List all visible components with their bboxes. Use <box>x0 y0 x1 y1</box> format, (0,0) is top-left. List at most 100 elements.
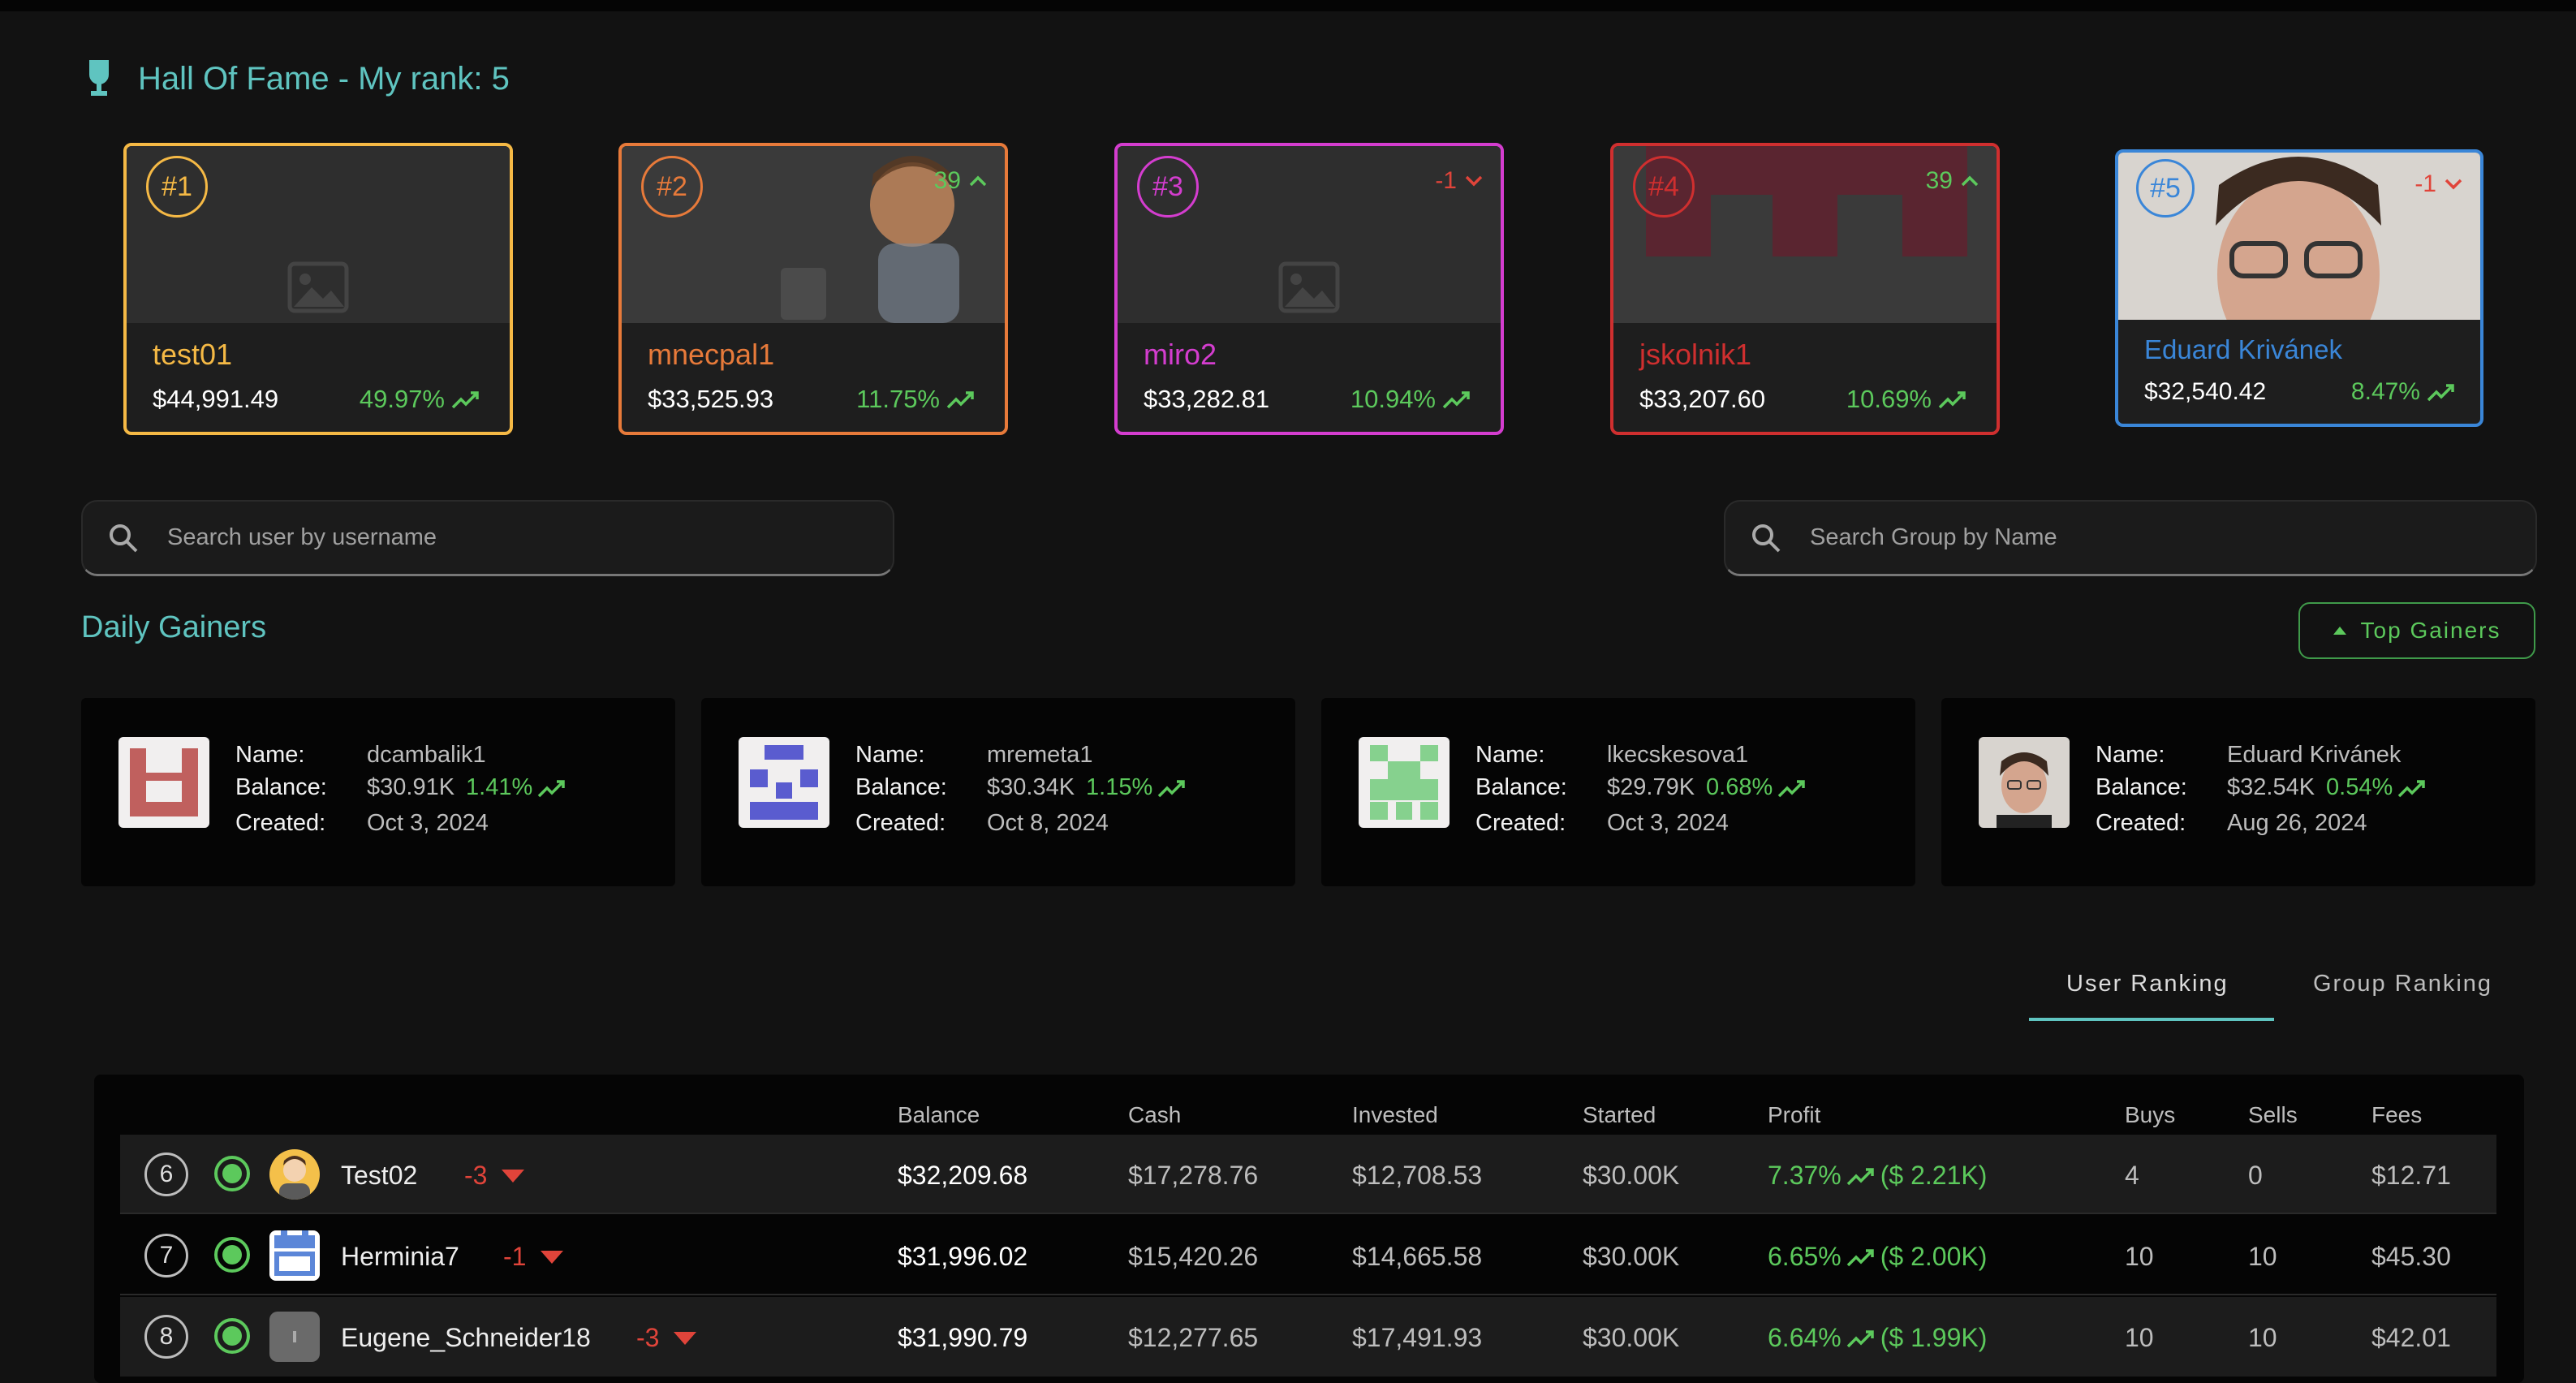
active-tab-indicator <box>2029 1018 2274 1021</box>
rank-change: -1 <box>2414 170 2462 198</box>
card-percent: 10.69% <box>1846 385 1967 414</box>
profit-percent: 6.64% <box>1768 1323 1842 1352</box>
trending-up-icon <box>1938 391 1966 409</box>
cell-sells: 10 <box>2248 1323 2277 1352</box>
cell-profit: 6.64% ($ 1.99K) <box>1768 1323 1987 1353</box>
cell-profit: 7.37% ($ 2.21K) <box>1768 1161 1987 1191</box>
gainer-percent: 1.41% <box>466 774 566 801</box>
hof-card-3[interactable]: #3 -1 miro2 $33,282.81 10.94% <box>1114 143 1504 435</box>
percent-value: 49.97% <box>359 385 445 413</box>
name-label: Name: <box>235 742 305 768</box>
user-search-box[interactable] <box>81 500 894 576</box>
rank-badge: #1 <box>146 156 208 218</box>
group-search-box[interactable] <box>1724 500 2537 576</box>
table-row[interactable]: 8 Eugene_Schneider18 -3 $31,990.79 $12,2… <box>120 1297 2496 1377</box>
tab-group-ranking[interactable]: Group Ranking <box>2313 971 2492 997</box>
name-label: Name: <box>855 742 925 768</box>
identicon-image <box>750 745 818 820</box>
top-gainers-button[interactable]: Top Gainers <box>2298 602 2535 659</box>
percent-value: 8.47% <box>2350 378 2420 405</box>
rank-change: -3 <box>636 1323 697 1353</box>
row-username[interactable]: Eugene_Schneider18 <box>341 1323 591 1353</box>
card-username: miro2 <box>1144 338 1217 371</box>
rank-number: 7 <box>144 1234 188 1277</box>
gainer-created: Oct 8, 2024 <box>987 810 1109 836</box>
gainer-card-4[interactable]: Name: Balance: Created: Eduard Krivánek … <box>1941 698 2535 886</box>
avatar <box>118 737 209 828</box>
header-started[interactable]: Started <box>1583 1102 1656 1128</box>
gainer-balance: $30.34K <box>987 774 1075 800</box>
avatar <box>269 1312 320 1362</box>
hall-of-fame-header: Hall Of Fame - My rank: 5 <box>84 60 510 97</box>
hof-card-5[interactable]: #5 -1 Eduard Krivánek $32,540.42 8.47% <box>2115 149 2483 427</box>
name-label: Name: <box>1475 742 1545 768</box>
chevron-down-icon <box>2445 179 2462 190</box>
gainer-name: mremeta1 <box>987 742 1093 768</box>
caret-up-icon <box>2333 627 2346 635</box>
row-username[interactable]: Herminia7 <box>341 1242 459 1272</box>
gainer-balance: $32.54K <box>2227 774 2315 800</box>
online-status-icon <box>214 1156 250 1191</box>
profit-amount: ($ 1.99K) <box>1880 1323 1988 1352</box>
search-icon <box>1752 523 1781 552</box>
cell-started: $30.00K <box>1583 1242 1680 1271</box>
header-balance[interactable]: Balance <box>898 1102 980 1128</box>
trending-up-icon <box>1846 1329 1874 1347</box>
profit-percent: 6.65% <box>1768 1242 1842 1271</box>
card-username: jskolnik1 <box>1639 338 1752 371</box>
header-fees[interactable]: Fees <box>2371 1102 2422 1128</box>
user-search-input[interactable] <box>167 524 816 551</box>
rank-badge: #5 <box>2136 159 2195 218</box>
image-placeholder-icon <box>1278 261 1340 313</box>
hof-card-2[interactable]: #2 39 mnecpal1 $33,525.93 11.75% <box>618 143 1008 435</box>
search-icon <box>110 523 138 552</box>
trending-up-icon <box>451 391 479 409</box>
card-percent: 8.47% <box>2351 378 2456 406</box>
card-percent: 49.97% <box>360 385 480 414</box>
top-bar <box>0 0 2576 11</box>
cell-fees: $42.01 <box>2371 1323 2451 1352</box>
rank-badge: #2 <box>641 156 703 218</box>
caret-down-icon <box>502 1169 525 1183</box>
user-avatar-illustration <box>279 1156 310 1200</box>
gainer-balance-row: $29.79K 0.68% <box>1607 774 1807 801</box>
table-row[interactable]: 7 Herminia7 -1 $31,996.02 $15,420.26 $14… <box>120 1216 2496 1295</box>
header-profit[interactable]: Profit <box>1768 1102 1820 1128</box>
header-cash[interactable]: Cash <box>1128 1102 1181 1128</box>
cell-cash: $15,420.26 <box>1128 1242 1259 1271</box>
cell-buys: 10 <box>2125 1242 2154 1271</box>
hof-card-1[interactable]: #1 test01 $44,991.49 49.97% <box>123 143 513 435</box>
avatar <box>269 1149 320 1200</box>
hof-card-4[interactable]: #4 39 jskolnik1 $33,207.60 10.69% <box>1610 143 2000 435</box>
gainer-name: lkecskesova1 <box>1607 742 1749 768</box>
header-sells[interactable]: Sells <box>2248 1102 2298 1128</box>
profit-amount: ($ 2.21K) <box>1880 1161 1988 1190</box>
balance-label: Balance: <box>1475 774 1567 800</box>
card-username: test01 <box>153 338 233 371</box>
cell-fees: $12.71 <box>2371 1161 2451 1190</box>
gainer-card-3[interactable]: Name: Balance: Created: lkecskesova1 $29… <box>1321 698 1915 886</box>
header-invested[interactable]: Invested <box>1352 1102 1438 1128</box>
rank-change-value: 39 <box>1925 167 1953 194</box>
gainer-created: Oct 3, 2024 <box>367 810 489 836</box>
rank-badge: #4 <box>1633 156 1695 218</box>
header-buys[interactable]: Buys <box>2125 1102 2175 1128</box>
gainer-percent: 0.68% <box>1706 774 1807 801</box>
cell-balance: $31,996.02 <box>898 1242 1028 1271</box>
trending-up-icon <box>1442 391 1470 409</box>
tab-user-ranking[interactable]: User Ranking <box>2066 971 2229 997</box>
chevron-down-icon <box>1465 175 1483 187</box>
table-row[interactable]: 6 Test02 -3 $32,209.68 $17,278.76 $12,70… <box>120 1135 2496 1214</box>
card-percent: 11.75% <box>856 385 976 414</box>
group-search-input[interactable] <box>1810 524 2458 551</box>
row-username[interactable]: Test02 <box>341 1161 417 1191</box>
percent-value: 0.68% <box>1706 774 1773 800</box>
percent-value: 10.94% <box>1350 385 1436 413</box>
rank-number: 8 <box>144 1315 188 1359</box>
gainer-card-1[interactable]: Name: Balance: Created: dcambalik1 $30.9… <box>81 698 675 886</box>
gainer-card-2[interactable]: Name: Balance: Created: mremeta1 $30.34K… <box>701 698 1295 886</box>
gainer-name: dcambalik1 <box>367 742 486 768</box>
rank-change-value: 39 <box>933 167 961 194</box>
image-placeholder-icon <box>287 261 349 313</box>
trending-up-icon <box>1846 1167 1874 1185</box>
